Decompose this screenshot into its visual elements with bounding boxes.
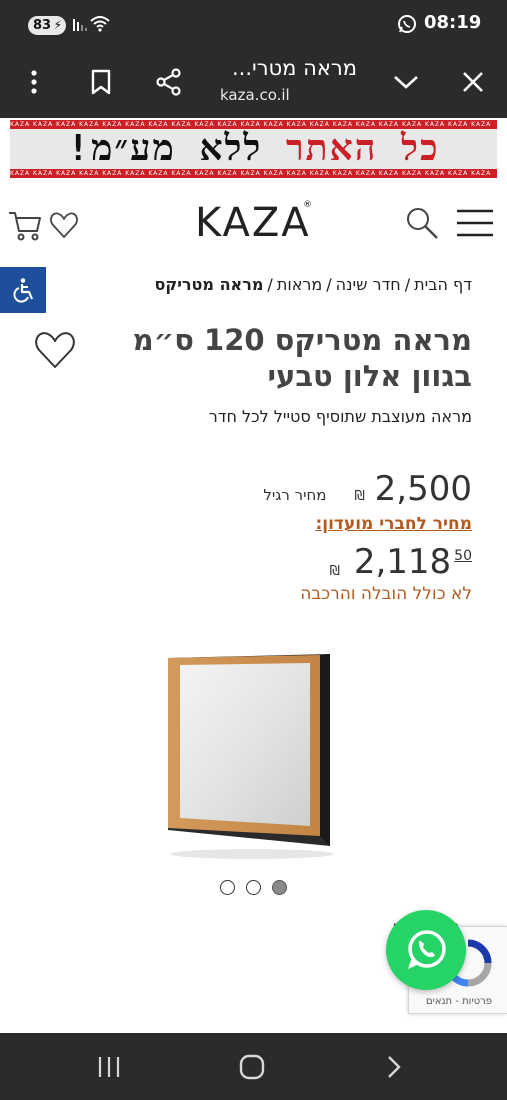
page-url[interactable]: kaza.co.il [220, 86, 290, 104]
browser-toolbar: מראה מטרי... kaza.co.il [0, 48, 507, 118]
breadcrumb-home[interactable]: דף הבית [414, 275, 472, 294]
regular-price: 2,500 ₪ מחיר רגיל [263, 469, 472, 509]
club-price: ₪ 2,118 50 [330, 542, 472, 582]
heart-icon[interactable] [49, 210, 79, 240]
image-carousel-dots [220, 880, 287, 895]
banner-rest: ללא מע״מ! [67, 128, 263, 169]
more-vert-icon[interactable] [12, 60, 56, 104]
currency-symbol: ₪ [354, 489, 365, 504]
wifi-icon [90, 16, 110, 32]
club-price-amount: 2,118 [353, 542, 452, 582]
delivery-note: לא כולל הובלה והרכבה [300, 584, 472, 604]
carousel-dot[interactable] [220, 880, 235, 895]
currency-symbol: ₪ [329, 564, 340, 579]
back-icon[interactable] [374, 1049, 414, 1085]
breadcrumb-separator: / [326, 275, 332, 294]
menu-icon[interactable] [455, 208, 495, 238]
battery-level: 83 [33, 18, 52, 33]
charging-icon: ⚡ [53, 18, 62, 32]
chevron-down-icon[interactable] [384, 60, 428, 104]
banner-highlight: כל האתר [285, 128, 440, 169]
cart-icon[interactable] [7, 209, 43, 243]
signal-icon [73, 19, 87, 31]
home-icon[interactable] [232, 1049, 272, 1085]
status-bar: 83 ⚡ 08:19 [0, 0, 507, 48]
carousel-dot[interactable] [246, 880, 261, 895]
carousel-dot-active[interactable] [272, 880, 287, 895]
breadcrumb-separator: / [404, 275, 411, 294]
search-icon[interactable] [404, 205, 440, 241]
recent-apps-icon[interactable] [89, 1049, 129, 1085]
whatsapp-notification-icon [398, 15, 416, 33]
regular-price-label: מחיר רגיל [263, 486, 327, 504]
product-image[interactable] [160, 648, 340, 863]
banner-strip-bottom: KAZA KAZA KAZA KAZA KAZA KAZA KAZA KAZA … [10, 169, 497, 178]
breadcrumb-separator: / [267, 275, 273, 294]
wheelchair-icon [13, 278, 34, 303]
whatsapp-button[interactable] [386, 910, 466, 990]
promo-banner[interactable]: KAZA KAZA KAZA KAZA KAZA KAZA KAZA KAZA … [10, 120, 497, 178]
regular-price-amount: 2,500 [374, 469, 472, 509]
breadcrumb-current: מראה מטריקס [154, 275, 264, 294]
club-price-label[interactable]: מחיר לחברי מועדון: [315, 514, 472, 534]
banner-headline: כל האתר ללא מע״מ! [10, 128, 497, 170]
breadcrumb: דף הבית/חדר שינה/מראות/מראה מטריקס [155, 275, 472, 294]
battery-indicator: 83 ⚡ [28, 16, 66, 35]
clock: 08:19 [424, 12, 482, 33]
breadcrumb-mirrors[interactable]: מראות [277, 275, 322, 294]
bookmark-icon[interactable] [79, 60, 123, 104]
page-title[interactable]: מראה מטרי... [232, 56, 357, 80]
system-nav-bar [0, 1033, 507, 1100]
close-icon[interactable] [451, 60, 495, 104]
product-title: מראה מטריקס 120 ס״מ בגוון אלון טבעי [132, 323, 472, 393]
kaza-logo[interactable]: KAZA [195, 200, 315, 250]
recaptcha-links[interactable]: פרטיות - תנאים [415, 996, 503, 1007]
share-icon[interactable] [147, 60, 191, 104]
accessibility-button[interactable] [0, 267, 46, 313]
club-price-cents: 50 [454, 548, 472, 564]
breadcrumb-bedroom[interactable]: חדר שינה [336, 275, 401, 294]
product-subtitle: מראה מעוצבת שתוסיף סטייל לכל חדר [208, 407, 472, 426]
whatsapp-icon [408, 930, 446, 969]
wishlist-heart-icon[interactable] [33, 328, 77, 372]
logo-registered-mark: ® [303, 200, 312, 210]
